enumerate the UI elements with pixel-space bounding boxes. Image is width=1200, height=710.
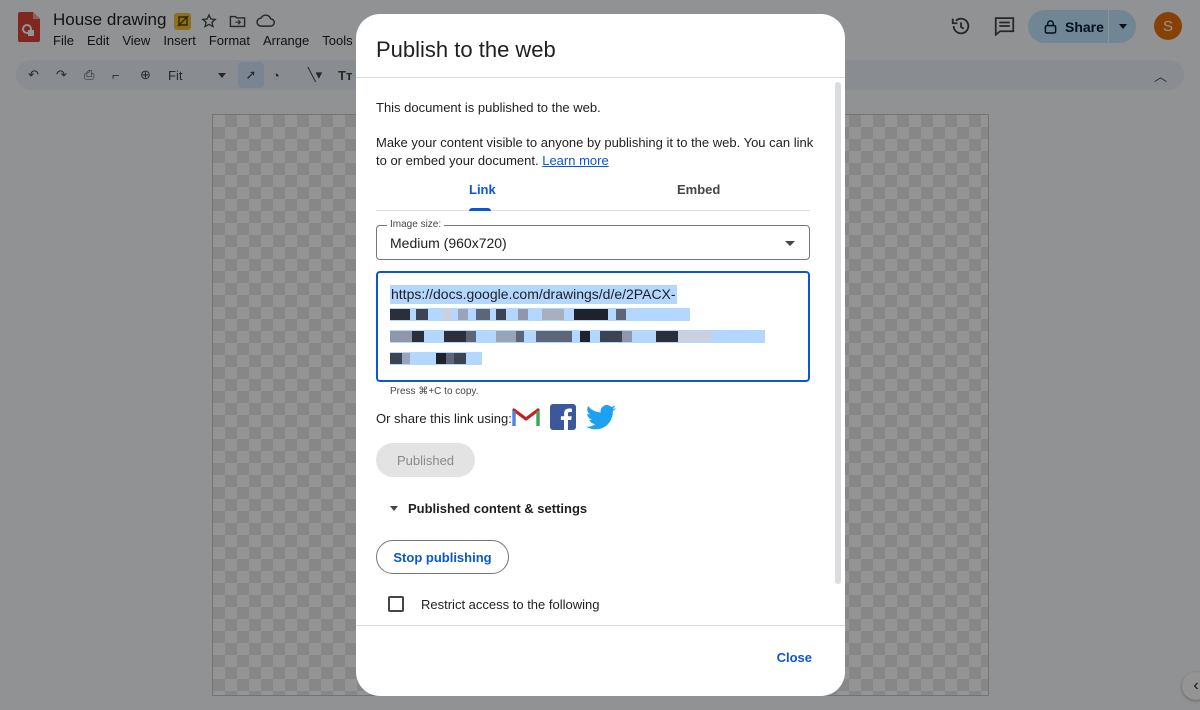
published-link-text: https://docs.google.com/drawings/d/e/2PA… [390,285,677,304]
image-size-value: Medium (960x720) [390,235,507,251]
active-tab-indicator [469,208,491,211]
published-settings-label: Published content & settings [408,501,588,516]
share-using-label: Or share this link using: [376,411,512,426]
publish-description: Make your content visible to anyone by p… [376,134,816,170]
dialog-content: This document is published to the web. M… [356,78,845,625]
copy-hint: Press ⌘+C to copy. [390,386,479,397]
published-settings-toggle[interactable]: Published content & settings [390,501,587,516]
learn-more-link[interactable]: Learn more [542,153,608,168]
expand-caret-icon [390,506,398,511]
gmail-icon[interactable] [512,407,540,427]
published-button: Published [376,443,475,477]
image-size-label: Image size: [387,219,445,230]
redacted-link-part [390,352,482,365]
restrict-access-label: Restrict access to the following [421,596,600,612]
publish-dialog: Publish to the web This document is publ… [356,14,845,696]
restrict-access-row[interactable]: Restrict access to the following [388,596,599,612]
twitter-icon[interactable] [586,404,616,430]
redacted-link-part [390,330,765,343]
published-link-field[interactable]: https://docs.google.com/drawings/d/e/2PA… [376,271,810,382]
dialog-title: Publish to the web [376,37,556,62]
dialog-scrollbar[interactable] [835,82,841,584]
restrict-access-checkbox[interactable] [388,596,404,612]
facebook-icon[interactable] [550,404,576,430]
stop-publishing-button[interactable]: Stop publishing [376,540,509,574]
tab-embed[interactable]: Embed [677,182,720,197]
close-button[interactable]: Close [777,650,812,665]
chevron-down-icon [785,241,795,246]
image-size-select[interactable]: Image size: Medium (960x720) [376,219,810,260]
publish-status: This document is published to the web. [376,100,601,115]
redacted-link-part [390,308,690,321]
tab-link[interactable]: Link [469,182,496,197]
tab-bar: Link Embed [376,174,810,211]
